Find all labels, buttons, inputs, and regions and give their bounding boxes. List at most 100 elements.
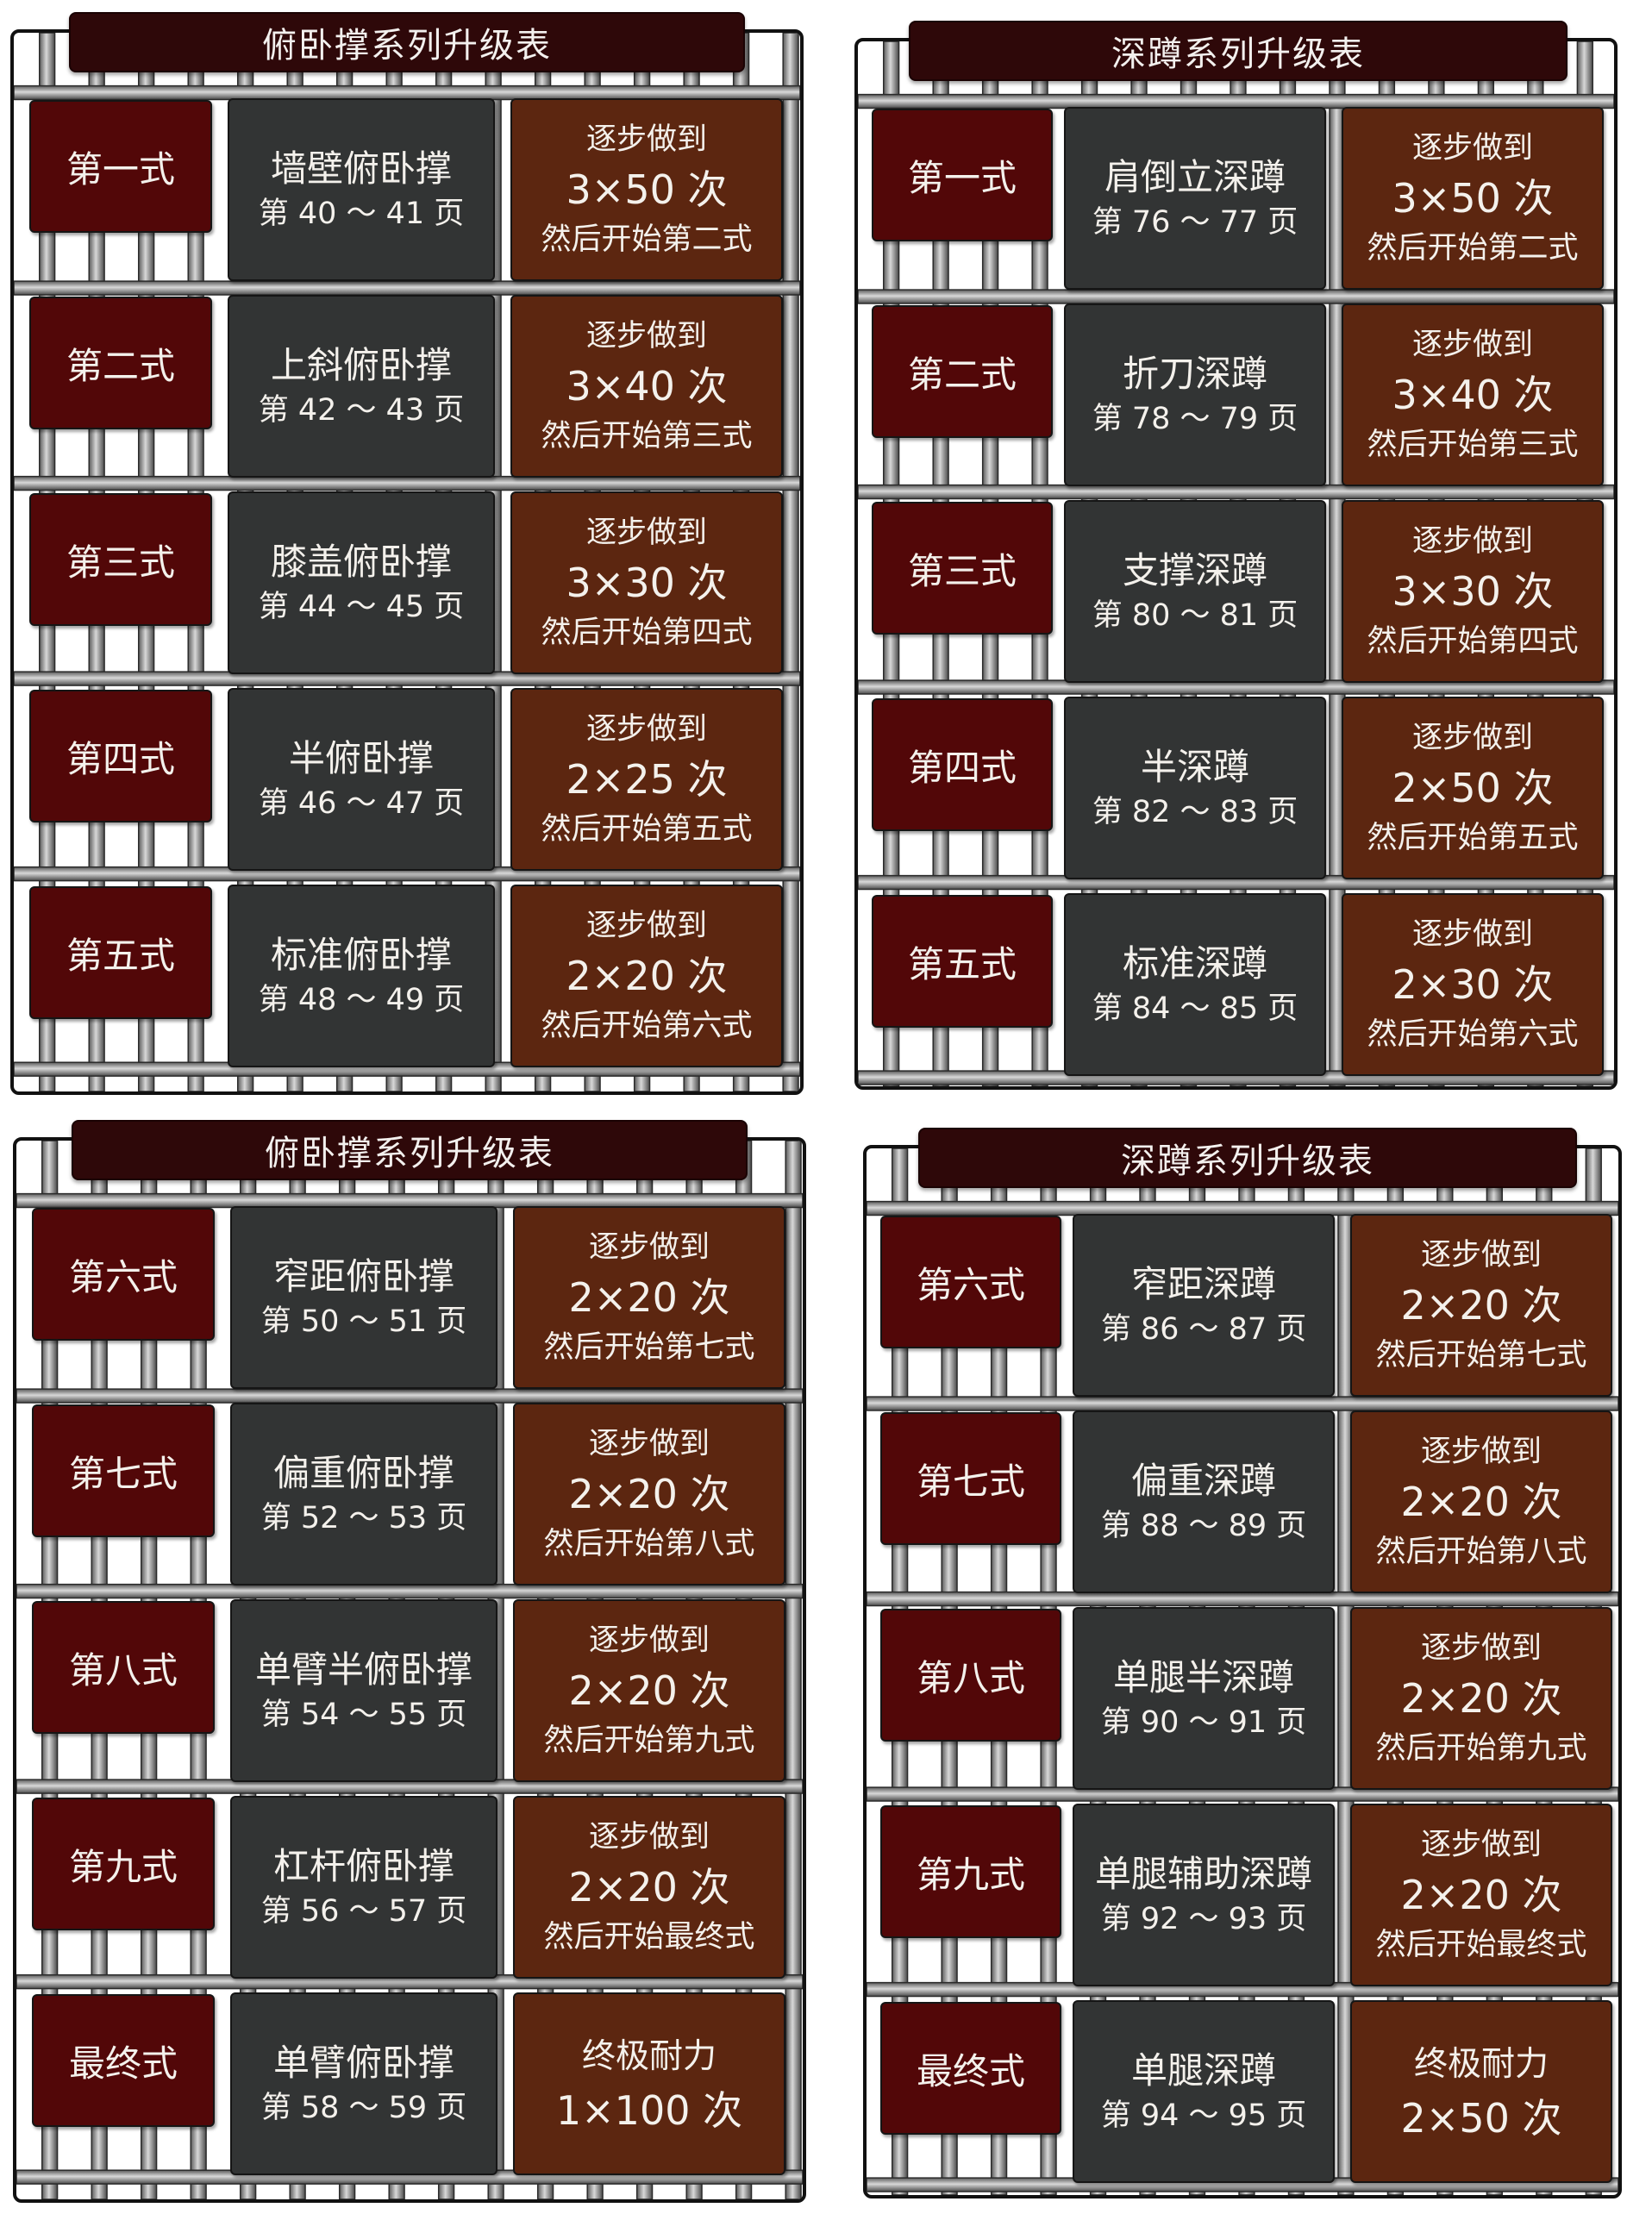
goal-instruction: 逐步做到 <box>1420 1238 1542 1273</box>
goal-card: 逐步做到 2×20 次然后开始第七式 <box>1350 1214 1612 1397</box>
exercise-pages: 第 54 ～ 55 页 <box>260 1698 467 1732</box>
step-label-card: 第二式 <box>29 297 212 429</box>
exercise-pages: 第 78 ～ 79 页 <box>1092 402 1298 436</box>
goal-instruction: 逐步做到 <box>588 1230 710 1265</box>
panel-title: 俯卧撑系列升级表 <box>69 12 745 72</box>
goal-card: 逐步做到 3×40 次然后开始第三式 <box>1342 303 1604 486</box>
goal-card: 逐步做到 2×20 次然后开始第八式 <box>513 1403 785 1585</box>
goal-next-step: 然后开始第九式 <box>1375 1731 1587 1766</box>
goal-card: 逐步做到 3×50 次然后开始第二式 <box>510 98 783 281</box>
step-label-card: 第七式 <box>32 1404 215 1537</box>
goal-card: 终极耐力 2×50 次 <box>1350 2000 1612 2183</box>
step-label-card: 第一式 <box>872 109 1053 241</box>
goal-reps: 2×20 次 <box>566 953 728 999</box>
exercise-pages: 第 80 ～ 81 页 <box>1092 598 1298 633</box>
exercise-card: 膝盖俯卧撑第 44 ～ 45 页 <box>228 491 495 674</box>
exercise-card: 肩倒立深蹲第 76 ～ 77 页 <box>1064 107 1326 290</box>
goal-next-step: 然后开始第四式 <box>541 616 753 650</box>
goal-instruction: 逐步做到 <box>1411 917 1533 952</box>
exercise-card: 单臂半俯卧撑第 54 ～ 55 页 <box>230 1599 497 1782</box>
exercise-name: 半深蹲 <box>1140 746 1249 788</box>
exercise-pages: 第 52 ～ 53 页 <box>260 1501 467 1535</box>
step-label-card: 第三式 <box>29 493 212 626</box>
goal-next-step: 然后开始第五式 <box>541 812 753 847</box>
exercise-pages: 第 42 ～ 43 页 <box>258 393 465 428</box>
goal-reps: 2×50 次 <box>1392 765 1554 811</box>
panel-squat-2: 深蹲系列升级表 第六式 窄距深蹲第 86 ～ 87 页逐步做到 2×20 次然后开始… <box>863 1128 1622 2198</box>
exercise-pages: 第 40 ～ 41 页 <box>258 197 465 231</box>
exercise-card: 标准深蹲第 84 ～ 85 页 <box>1064 893 1326 1076</box>
exercise-name: 单臂半俯卧撑 <box>254 1648 472 1691</box>
goal-next-step: 然后开始第七式 <box>543 1330 755 1365</box>
goal-next-step: 然后开始第二式 <box>1367 231 1579 266</box>
row-list: 第六式 窄距深蹲第 86 ～ 87 页逐步做到 2×20 次然后开始第七式 第七式 偏重… <box>863 1145 1622 2198</box>
goal-card: 终极耐力 1×100 次 <box>513 1992 785 2175</box>
exercise-name: 单腿半深蹲 <box>1112 1656 1294 1698</box>
goal-reps: 2×20 次 <box>568 1667 730 1714</box>
goal-reps: 3×40 次 <box>566 363 728 410</box>
exercise-name: 膝盖俯卧撑 <box>270 541 452 583</box>
goal-instruction: 逐步做到 <box>1420 1828 1542 1862</box>
goal-instruction: 逐步做到 <box>588 1623 710 1658</box>
goal-reps: 3×40 次 <box>1392 372 1554 418</box>
exercise-name: 墙壁俯卧撑 <box>270 147 452 190</box>
goal-card: 逐步做到 2×20 次然后开始第六式 <box>510 885 783 1067</box>
goal-instruction: 逐步做到 <box>1420 1631 1542 1666</box>
goal-reps: 2×20 次 <box>568 1864 730 1911</box>
goal-instruction: 终极耐力 <box>1413 2045 1549 2084</box>
exercise-name: 杠杆俯卧撑 <box>272 1845 454 1887</box>
goal-instruction: 逐步做到 <box>585 712 707 747</box>
goal-reps: 1×100 次 <box>555 2087 743 2134</box>
goal-card: 逐步做到 3×40 次然后开始第三式 <box>510 295 783 478</box>
exercise-name: 标准俯卧撑 <box>270 934 452 976</box>
goal-card: 逐步做到 2×25 次然后开始第五式 <box>510 688 783 871</box>
goal-next-step: 然后开始第三式 <box>541 419 753 453</box>
goal-reps: 2×50 次 <box>1400 2095 1562 2142</box>
goal-instruction: 逐步做到 <box>1411 131 1533 166</box>
exercise-name: 偏重俯卧撑 <box>272 1452 454 1494</box>
exercise-name: 上斜俯卧撑 <box>270 344 452 386</box>
exercise-name: 肩倒立深蹲 <box>1104 156 1286 198</box>
step-label-card: 第二式 <box>872 305 1053 438</box>
goal-card: 逐步做到 3×30 次然后开始第四式 <box>1342 500 1604 683</box>
goal-instruction: 逐步做到 <box>1411 524 1533 559</box>
panel-pushup-2: 俯卧撑系列升级表 第六式 窄距俯卧撑第 50 ～ 51 页逐步做到 2×20 次然后… <box>13 1120 806 2203</box>
goal-reps: 2×20 次 <box>1400 1282 1562 1329</box>
goal-card: 逐步做到 2×20 次然后开始第八式 <box>1350 1410 1612 1593</box>
step-label-card: 第五式 <box>29 886 212 1019</box>
step-label-card: 第四式 <box>872 698 1053 831</box>
exercise-pages: 第 92 ～ 93 页 <box>1100 1902 1307 1936</box>
exercise-pages: 第 82 ～ 83 页 <box>1092 795 1298 829</box>
panel-title: 深蹲系列升级表 <box>918 1128 1577 1188</box>
exercise-card: 半俯卧撑第 46 ～ 47 页 <box>228 688 495 871</box>
panel-title: 俯卧撑系列升级表 <box>72 1120 748 1180</box>
goal-next-step: 然后开始第四式 <box>1367 624 1579 659</box>
goal-reps: 2×20 次 <box>1400 1872 1562 1918</box>
goal-instruction: 逐步做到 <box>585 122 707 157</box>
goal-reps: 3×30 次 <box>566 560 728 606</box>
exercise-name: 支撑深蹲 <box>1122 549 1267 591</box>
goal-card: 逐步做到 2×20 次然后开始第九式 <box>513 1599 785 1782</box>
exercise-card: 单腿辅助深蹲第 92 ～ 93 页 <box>1073 1804 1335 1986</box>
exercise-name: 单腿辅助深蹲 <box>1094 1853 1312 1895</box>
exercise-pages: 第 44 ～ 45 页 <box>258 590 465 624</box>
step-label-card: 最终式 <box>880 2002 1061 2135</box>
goal-instruction: 逐步做到 <box>1411 721 1533 755</box>
exercise-card: 单腿深蹲第 94 ～ 95 页 <box>1073 2000 1335 2183</box>
goal-reps: 2×20 次 <box>1400 1479 1562 1525</box>
exercise-pages: 第 50 ～ 51 页 <box>260 1304 467 1339</box>
goal-reps: 3×50 次 <box>566 166 728 213</box>
exercise-pages: 第 90 ～ 91 页 <box>1100 1705 1307 1740</box>
row-list: 第一式 墙壁俯卧撑第 40 ～ 41 页逐步做到 3×50 次然后开始第二式 第二式上… <box>10 29 804 1095</box>
goal-reps: 2×30 次 <box>1392 961 1554 1008</box>
goal-card: 逐步做到 2×30 次然后开始第六式 <box>1342 893 1604 1076</box>
exercise-name: 窄距深蹲 <box>1130 1263 1276 1305</box>
goal-instruction: 逐步做到 <box>585 909 707 943</box>
goal-next-step: 然后开始第八式 <box>1375 1535 1587 1569</box>
exercise-pages: 第 58 ～ 59 页 <box>260 2091 467 2125</box>
panel-title: 深蹲系列升级表 <box>909 21 1568 81</box>
goal-card: 逐步做到 3×30 次然后开始第四式 <box>510 491 783 674</box>
goal-card: 逐步做到 3×50 次然后开始第二式 <box>1342 107 1604 290</box>
step-label-card: 第四式 <box>29 690 212 822</box>
exercise-name: 半俯卧撑 <box>288 737 434 779</box>
